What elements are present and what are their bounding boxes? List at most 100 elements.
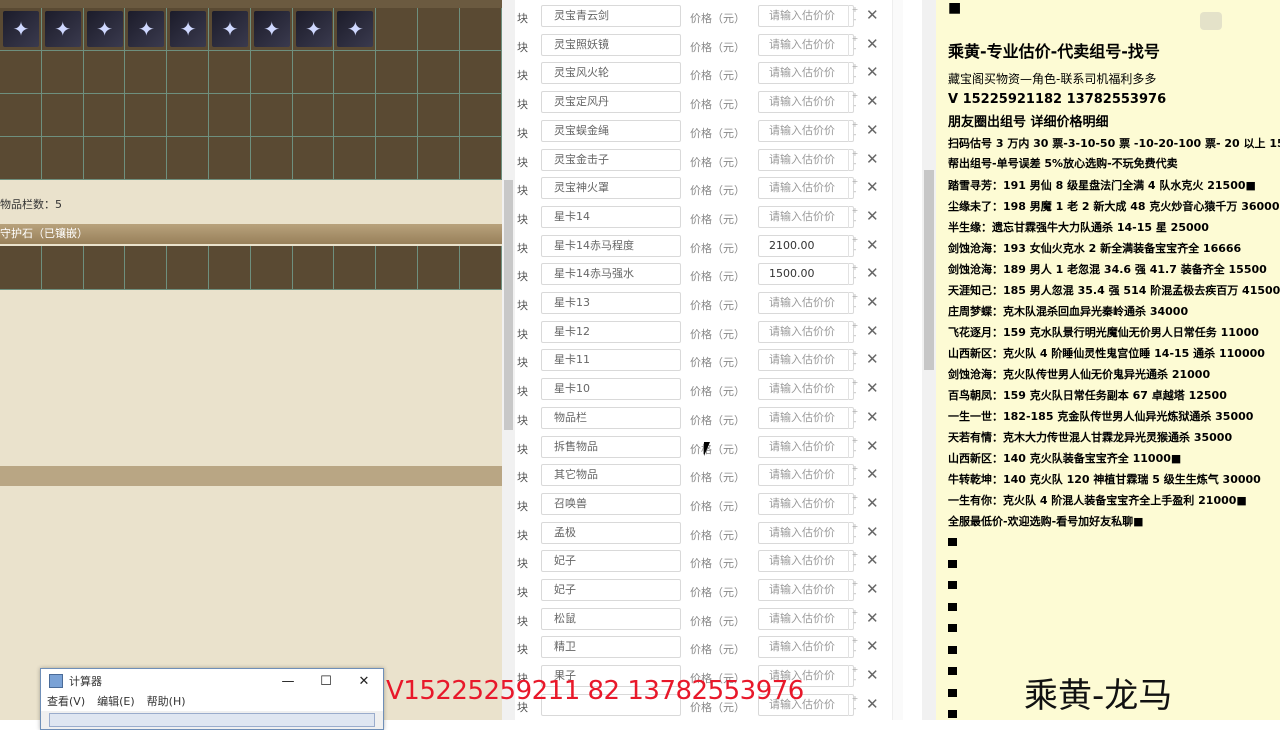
stepper-down[interactable]: -	[849, 44, 861, 54]
item-name-field[interactable]: 星卡14赤马强水	[541, 263, 681, 286]
delete-icon[interactable]: ✕	[866, 150, 879, 168]
scythe-icon[interactable]: ✦	[44, 11, 81, 47]
gem-slot[interactable]	[83, 246, 126, 290]
price-stepper[interactable]: + -	[848, 33, 861, 56]
stepper-up[interactable]: +	[849, 378, 861, 388]
inventory-slot[interactable]	[376, 94, 418, 137]
price-stepper[interactable]: + -	[848, 320, 861, 343]
item-name-field[interactable]: 物品栏	[541, 406, 681, 429]
minimize-button[interactable]: —	[269, 674, 307, 689]
delete-icon[interactable]: ✕	[866, 121, 879, 139]
delete-icon[interactable]: ✕	[866, 35, 879, 53]
price-input[interactable]: 请输入估价价	[758, 492, 854, 515]
delete-icon[interactable]: ✕	[866, 178, 879, 196]
inventory-slot[interactable]	[125, 137, 168, 180]
item-name-field[interactable]: 灵宝蜈金绳	[541, 119, 681, 142]
stepper-down[interactable]: -	[849, 646, 861, 656]
inventory-slot[interactable]	[0, 137, 42, 180]
inventory-slot[interactable]	[459, 94, 502, 137]
stepper-down[interactable]: -	[849, 704, 861, 714]
inventory-slot[interactable]	[250, 137, 293, 180]
feather-icon[interactable]: ✦	[3, 11, 39, 47]
inventory-slot[interactable]	[250, 94, 293, 137]
inventory-slot[interactable]: ✦	[250, 8, 293, 51]
stepper-down[interactable]: -	[849, 560, 861, 570]
price-input[interactable]: 请输入估价价	[758, 464, 854, 487]
board-scrollbar[interactable]	[922, 0, 936, 720]
inventory-slot[interactable]	[0, 94, 42, 137]
stepper-up[interactable]: +	[849, 636, 861, 646]
item-name-field[interactable]: 松鼠	[541, 607, 681, 630]
price-stepper[interactable]: + -	[848, 148, 861, 171]
gem-slot[interactable]	[250, 246, 293, 290]
menu-help[interactable]: 帮助(H)	[147, 693, 186, 711]
inventory-slot[interactable]	[334, 137, 377, 180]
delete-icon[interactable]: ✕	[866, 92, 879, 110]
inventory-slot[interactable]	[83, 137, 126, 180]
price-input[interactable]: 请输入估价价	[758, 292, 854, 314]
inventory-slot[interactable]	[167, 94, 209, 137]
price-stepper[interactable]: + -	[848, 435, 861, 458]
item-name-field[interactable]: 拆售物品	[541, 435, 681, 458]
stepper-down[interactable]: -	[849, 245, 861, 255]
inventory-slot[interactable]	[376, 51, 418, 94]
delete-icon[interactable]: ✕	[866, 695, 879, 713]
inventory-slot[interactable]	[167, 51, 209, 94]
stepper-up[interactable]: +	[849, 407, 861, 417]
price-input[interactable]: 1500.00	[758, 263, 854, 286]
stepper-up[interactable]: +	[849, 149, 861, 159]
item-name-field[interactable]: 妃子	[541, 579, 681, 601]
inventory-slot[interactable]	[292, 137, 335, 180]
board-scrollbar-thumb[interactable]	[924, 170, 934, 370]
stepper-down[interactable]: -	[849, 503, 861, 513]
stepper-up[interactable]: +	[849, 349, 861, 359]
delete-icon[interactable]: ✕	[866, 236, 879, 254]
price-input[interactable]: 请输入估价价	[758, 33, 854, 56]
item-name-field[interactable]: 灵宝金击子	[541, 148, 681, 171]
price-stepper[interactable]: + -	[848, 91, 861, 114]
price-stepper[interactable]: + -	[848, 636, 861, 659]
delete-icon[interactable]: ✕	[866, 580, 879, 598]
delete-icon[interactable]: ✕	[866, 6, 879, 24]
delete-icon[interactable]: ✕	[866, 379, 879, 397]
delete-icon[interactable]: ✕	[866, 350, 879, 368]
inventory-slot[interactable]	[376, 137, 418, 180]
delete-icon[interactable]: ✕	[866, 322, 879, 340]
delete-icon[interactable]: ✕	[866, 207, 879, 225]
inventory-slot[interactable]: ✦	[167, 8, 209, 51]
price-input[interactable]: 请输入估价价	[758, 205, 854, 228]
price-stepper[interactable]: + -	[848, 62, 861, 85]
inventory-slot[interactable]	[41, 51, 84, 94]
price-stepper[interactable]: + -	[848, 5, 861, 27]
gem-slot[interactable]	[334, 246, 377, 290]
stepper-down[interactable]: -	[849, 216, 861, 226]
inventory-slot[interactable]	[83, 51, 126, 94]
item-name-field[interactable]: 星卡10	[541, 378, 681, 401]
delete-icon[interactable]: ✕	[866, 666, 879, 684]
gem-slot[interactable]	[459, 246, 502, 290]
price-input[interactable]: 2100.00	[758, 234, 854, 257]
inventory-slot[interactable]	[417, 94, 460, 137]
stepper-up[interactable]: +	[849, 177, 861, 187]
price-input[interactable]: 请输入估价价	[758, 119, 854, 142]
gem-slot[interactable]	[417, 246, 460, 290]
stepper-up[interactable]: +	[849, 206, 861, 216]
stepper-up[interactable]: +	[849, 91, 861, 101]
calculator-window[interactable]: 计算器 — ☐ ✕ 查看(V) 编辑(E) 帮助(H)	[40, 668, 384, 730]
inventory-slot[interactable]	[208, 51, 251, 94]
stepper-up[interactable]: +	[849, 120, 861, 130]
stepper-up[interactable]: +	[849, 321, 861, 331]
stepper-up[interactable]: +	[849, 5, 861, 15]
stepper-down[interactable]: -	[849, 446, 861, 456]
item-name-field[interactable]: 星卡14赤马程度	[541, 234, 681, 257]
inventory-slot[interactable]	[459, 51, 502, 94]
item-name-field[interactable]: 灵宝风火轮	[541, 62, 681, 85]
item-name-field[interactable]: 孟极	[541, 521, 681, 544]
price-input[interactable]: 请输入估价价	[758, 607, 854, 630]
price-input[interactable]: 请输入估价价	[758, 550, 854, 573]
stepper-up[interactable]: +	[849, 62, 861, 72]
item-name-field[interactable]: 精卫	[541, 636, 681, 659]
item-name-field[interactable]: 灵宝青云剑	[541, 5, 681, 27]
inventory-slot[interactable]	[125, 51, 168, 94]
maximize-button[interactable]: ☐	[307, 674, 345, 689]
